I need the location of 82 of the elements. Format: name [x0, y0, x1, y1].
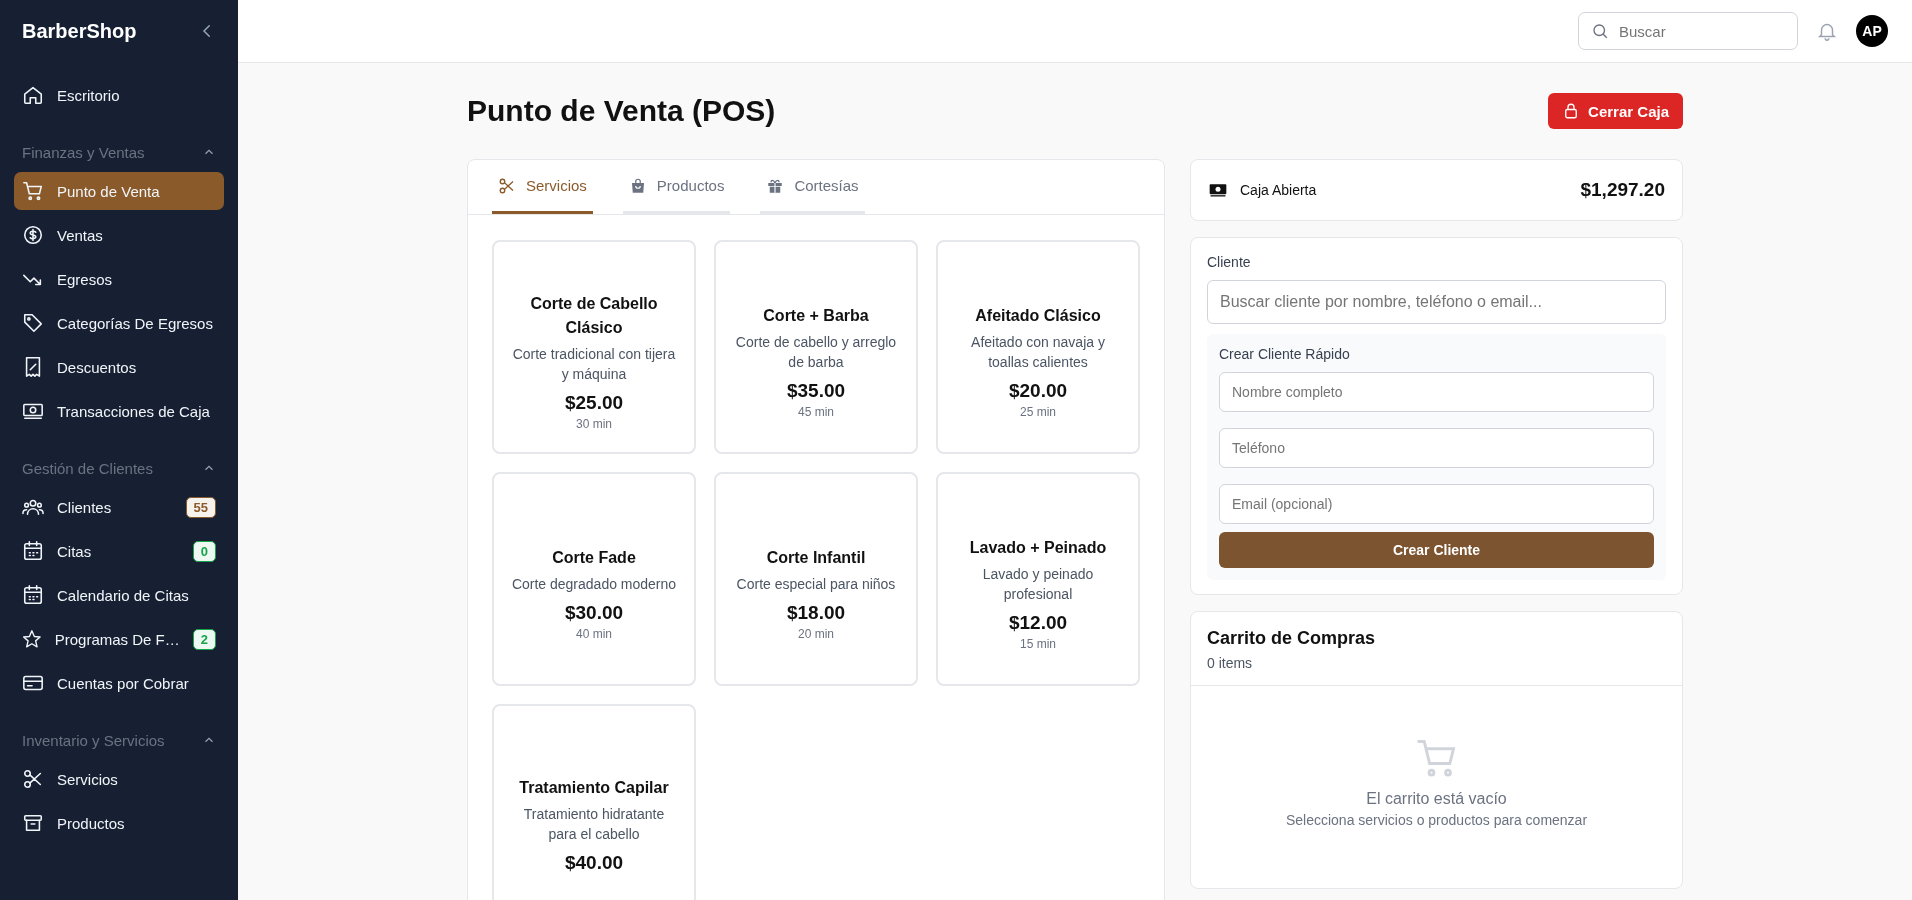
service-description: Corte degradado moderno	[511, 574, 677, 594]
service-description: Afeitado con navaja y toallas calientes	[970, 332, 1106, 372]
sidebar-item[interactable]: Productos	[14, 804, 224, 842]
service-card[interactable]: Corte Fade Corte degradado moderno $30.00 40 min	[492, 472, 696, 686]
service-card[interactable]: Corte de Cabello Clásico Corte tradicional con tijera y máquina $25.00 30 min	[492, 240, 696, 454]
count-badge: 55	[185, 496, 216, 518]
service-card[interactable]: Afeitado Clásico Afeitado con navaja y toallas calientes $20.00 25 min	[936, 240, 1140, 454]
service-card[interactable]: Tratamiento Capilar Tratamiento hidratante para el cabello $40.00	[492, 704, 696, 900]
cash-status: Caja Abierta	[1240, 182, 1318, 198]
tab[interactable]: Cortesías	[760, 160, 865, 214]
service-name: Corte + Barba	[763, 305, 869, 326]
sidebar-item[interactable]: Transacciones de Caja	[14, 392, 224, 430]
sidebar-item[interactable]: Categorías De Egresos	[14, 304, 224, 342]
sidebar-item[interactable]: Servicios	[14, 760, 224, 798]
input-field[interactable]: Teléfono	[1219, 428, 1654, 468]
service-description: Corte de cabello y arreglo de barba	[734, 332, 898, 372]
empty-cart-message: El carrito está vacío	[1366, 790, 1507, 808]
service-price: $30.00	[564, 601, 624, 624]
archive-icon	[22, 812, 44, 834]
client-label: Cliente	[1207, 254, 1252, 270]
sidebar-item[interactable]: Punto de Venta	[14, 172, 224, 210]
service-price: $20.00	[1008, 379, 1068, 402]
count-badge: 2	[192, 628, 216, 650]
input-field[interactable]: Email (opcional)	[1219, 484, 1654, 524]
service-duration: 45 min	[798, 404, 834, 419]
quick-create-title: Crear Cliente Rápido	[1219, 346, 1351, 362]
search-field[interactable]: Buscar	[1578, 12, 1798, 50]
count-badge: 0	[192, 540, 216, 562]
user-avatar[interactable]: AP	[1856, 15, 1888, 47]
service-duration: 25 min	[1020, 404, 1056, 419]
scissors-icon	[498, 176, 516, 195]
cart-item-count: 0 items	[1207, 655, 1254, 671]
service-card[interactable]: Corte + Barba Corte de cabello y arreglo de barba $35.00 45 min	[714, 240, 918, 454]
service-name: Lavado + Peinado	[969, 537, 1107, 558]
service-description: Corte tradicional con tijera y máquina	[511, 344, 677, 384]
empty-cart-hint: Selecciona servicios o productos para comenzar	[1285, 812, 1588, 828]
service-price: $25.00	[564, 391, 624, 414]
scissors-icon	[22, 768, 44, 790]
sidebar-item[interactable]: Ventas	[14, 216, 224, 254]
sidebar-item[interactable]: Descuentos	[14, 348, 224, 386]
sidebar-item[interactable]: Citas 0	[14, 532, 224, 570]
service-duration: 30 min	[576, 416, 612, 431]
service-price: $18.00	[786, 601, 846, 624]
service-name: Corte Infantil	[766, 547, 866, 568]
service-description: Corte especial para niños	[736, 574, 896, 594]
service-description: Tratamiento hidratante para el cabello	[522, 805, 666, 844]
service-price: $40.00	[564, 852, 624, 874]
service-name: Corte de Cabello Clásico	[529, 293, 659, 338]
sidebar-item[interactable]: Egresos	[14, 260, 224, 298]
service-duration: 40 min	[576, 626, 612, 641]
brand-logo-text: BarberShop	[22, 19, 137, 43]
star-icon	[22, 628, 42, 650]
home-icon	[22, 84, 44, 106]
cart-icon	[22, 180, 44, 202]
client-search-field[interactable]: Buscar cliente por nombre, teléfono o email...	[1207, 280, 1666, 324]
cash-amount: $1,297.20	[1580, 179, 1665, 201]
tag-icon	[22, 312, 44, 334]
sidebar-item[interactable]: Programas De F… 2	[14, 620, 224, 658]
cart-title: Carrito de Compras	[1207, 628, 1377, 649]
service-price: $35.00	[786, 379, 846, 402]
service-duration: 20 min	[798, 626, 834, 641]
service-card[interactable]: Corte Infantil Corte especial para niños $18.00 20 min	[714, 472, 918, 686]
page-title: Punto de Venta (POS)	[467, 94, 776, 128]
close-register-button[interactable]: Cerrar Caja	[1548, 93, 1683, 129]
service-card[interactable]: Lavado + Peinado Lavado y peinado profesional $12.00 15 min	[936, 472, 1140, 686]
tab[interactable]: Servicios	[492, 160, 593, 214]
service-description: Lavado y peinado profesional	[981, 564, 1095, 604]
calendar-icon	[22, 540, 44, 562]
service-name: Corte Fade	[552, 547, 636, 568]
sidebar-item[interactable]: Cuentas por Cobrar	[14, 664, 224, 702]
service-name: Afeitado Clásico	[975, 305, 1101, 326]
dollar-icon	[22, 224, 44, 246]
sidebar-item[interactable]: Escritorio	[14, 76, 224, 114]
calendar-icon	[22, 584, 44, 606]
sidebar-item[interactable]: Calendario de Citas	[14, 576, 224, 614]
sidebar-item[interactable]: Clientes 55	[14, 488, 224, 526]
tab[interactable]: Productos	[622, 160, 731, 214]
create-client-button[interactable]: Crear Cliente	[1219, 532, 1654, 568]
service-duration: 15 min	[1020, 636, 1056, 651]
service-name: Tratamiento Capilar	[519, 778, 669, 798]
input-field[interactable]: Nombre completo	[1219, 372, 1654, 412]
service-price: $12.00	[1008, 611, 1068, 634]
